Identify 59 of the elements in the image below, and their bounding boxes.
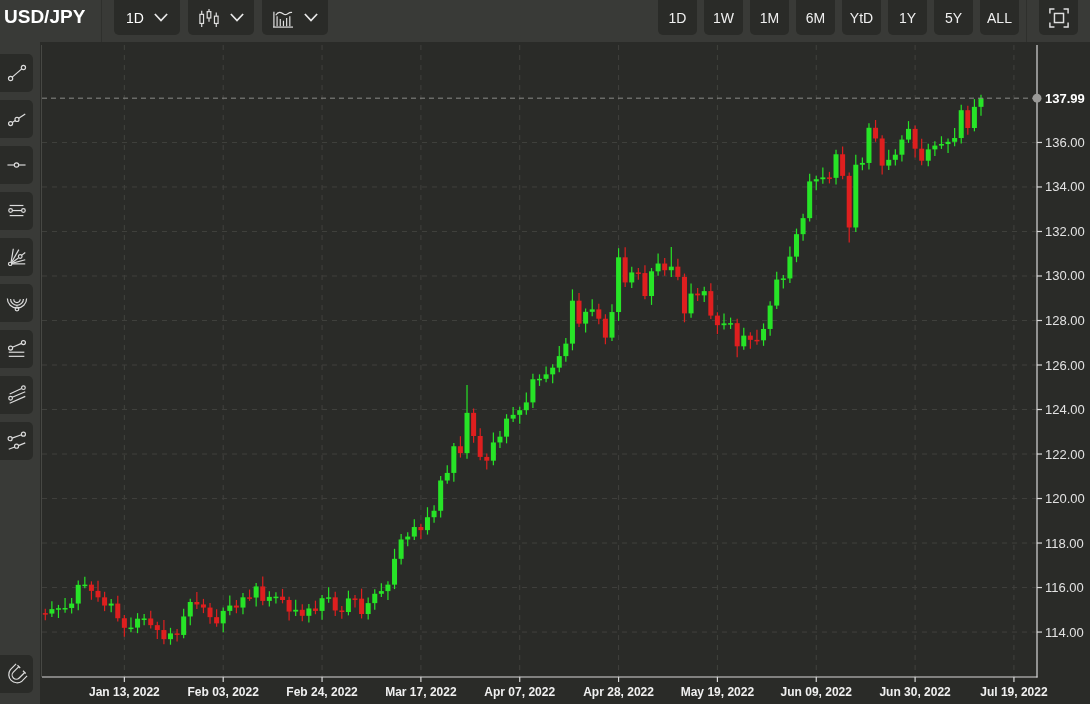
fullscreen-button[interactable] xyxy=(1039,0,1078,35)
price-axis-label: 128.00 xyxy=(1045,313,1085,328)
price-axis-label: 114.00 xyxy=(1045,624,1084,640)
date-axis-label: Jun 09, 2022 xyxy=(780,685,852,699)
chevron-down-icon xyxy=(153,13,168,22)
date-axis-label: Jun 30, 2022 xyxy=(879,685,951,699)
last-price-dot-icon xyxy=(1032,93,1042,103)
price-axis-label: 122.00 xyxy=(1045,446,1085,462)
price-axis-label: 118.00 xyxy=(1045,535,1084,551)
date-axis-label: Jan 13, 2022 xyxy=(89,685,160,699)
drawing-tool-button[interactable] xyxy=(0,100,33,138)
drawing-tool-button[interactable] xyxy=(0,54,33,92)
price-axis-label: 132.00 xyxy=(1045,224,1085,239)
range-button[interactable]: YtD xyxy=(842,0,881,35)
drawing-tool-button[interactable] xyxy=(0,330,33,368)
drawing-tool-button[interactable] xyxy=(0,422,33,460)
range-button[interactable]: 1W xyxy=(704,0,743,35)
magnet-icon xyxy=(5,663,28,685)
line-segment-icon xyxy=(5,62,28,84)
date-axis-label: Apr 28, 2022 xyxy=(583,685,654,699)
line-segments-icon xyxy=(5,430,28,452)
chart-style-dropdown[interactable] xyxy=(188,0,254,35)
range-button[interactable]: 6M xyxy=(796,0,835,35)
drawing-tool-button[interactable] xyxy=(0,376,33,414)
date-axis-label: May 19, 2022 xyxy=(680,685,755,699)
date-axis-label: Feb 03, 2022 xyxy=(187,685,259,699)
drawing-tool-button[interactable] xyxy=(0,238,33,276)
drawing-tool-button[interactable] xyxy=(0,146,33,184)
horizontal-line-icon xyxy=(7,162,26,168)
range-button[interactable]: 1Y xyxy=(888,0,927,35)
price-axis-label: 126.00 xyxy=(1045,357,1085,373)
chevron-down-icon xyxy=(230,13,244,22)
price-axis-label: 136.00 xyxy=(1045,134,1085,150)
fullscreen-icon xyxy=(1048,7,1069,28)
magnet-button[interactable] xyxy=(0,655,33,693)
candlestick-icon xyxy=(198,7,220,28)
symbol-title: USD/JPY xyxy=(3,5,87,29)
date-axis-label: Mar 17, 2022 xyxy=(385,685,457,699)
price-axis-label: 134.00 xyxy=(1045,179,1085,195)
range-button[interactable]: ALL xyxy=(980,0,1019,35)
last-price-label: 137.99 xyxy=(1045,90,1085,106)
fan-lines-icon xyxy=(5,246,28,268)
price-axis-label: 120.00 xyxy=(1045,491,1085,507)
drawing-tool-button[interactable] xyxy=(0,284,33,322)
channel-lines-icon xyxy=(5,338,28,360)
diagonal-lines-icon xyxy=(5,384,28,406)
drawing-tool-button[interactable] xyxy=(0,192,33,230)
price-axis-label: 116.00 xyxy=(1045,580,1084,596)
price-axis-label: 124.00 xyxy=(1045,402,1085,417)
date-axis-label: Jul 19, 2022 xyxy=(980,685,1048,699)
date-axis-label: Apr 07, 2022 xyxy=(484,685,556,699)
range-button[interactable]: 1D xyxy=(658,0,697,35)
price-axis-label: 130.00 xyxy=(1045,268,1085,284)
date-axis-label: Feb 24, 2022 xyxy=(286,685,358,699)
range-button[interactable]: 1M xyxy=(750,0,789,35)
interval-dropdown[interactable]: 1D xyxy=(114,0,180,35)
chevron-down-icon xyxy=(304,13,318,22)
range-button[interactable]: 5Y xyxy=(934,0,973,35)
indicator-dropdown[interactable] xyxy=(262,0,328,35)
